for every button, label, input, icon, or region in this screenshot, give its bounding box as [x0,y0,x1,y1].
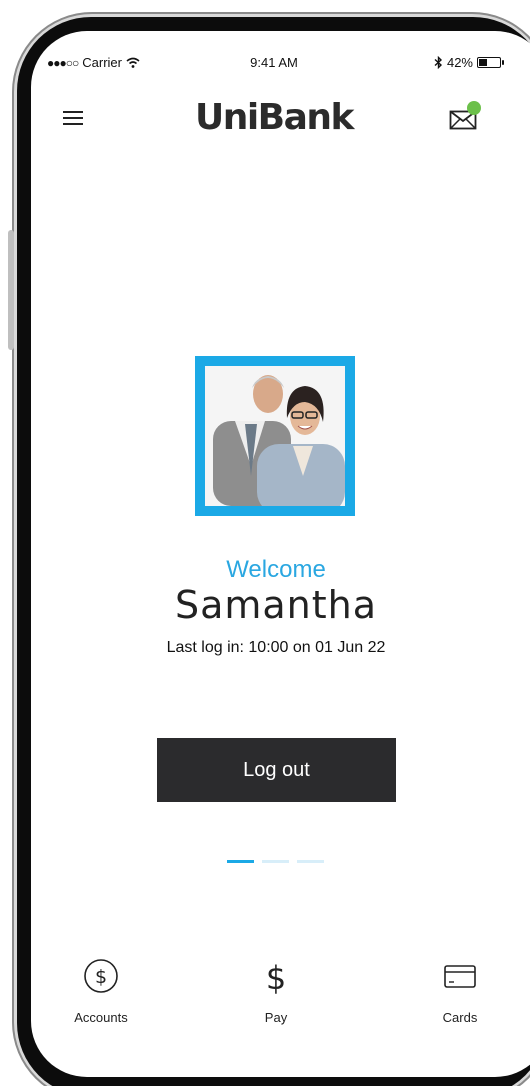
nav-label: Pay [264,1010,288,1025]
nav-pay[interactable]: $ Pay [231,956,321,1025]
last-login-text: Last log in: 10:00 on 01 Jun 22 [166,639,386,656]
notification-badge [467,101,481,115]
profile-photo-image [205,366,345,506]
device-mockup: ●●●○○ Carrier 9:41 AM 42% UniBank Welcom… [0,0,530,1086]
svg-text:$: $ [95,966,107,988]
dollar-circle-icon: $ [84,959,118,993]
nav-label: Cards [442,1010,478,1025]
bluetooth-icon [434,56,442,69]
user-name: Samantha [174,583,378,627]
nav-label: Accounts [74,1010,128,1025]
credit-card-icon [444,965,476,988]
side-button [8,230,14,350]
unibank-logo: UniBank [194,97,355,138]
status-bar: ●●●○○ Carrier 9:41 AM 42% [31,55,511,75]
profile-photo [195,356,355,516]
page-dot[interactable] [227,860,254,863]
battery-percent: 42% [446,55,473,70]
page-indicator [227,860,324,863]
nav-cards[interactable]: Cards [415,956,505,1025]
battery-level [479,59,487,66]
page-dot[interactable] [262,860,289,863]
dollar-sign-icon: $ [266,959,286,996]
logout-button[interactable]: Log out [157,738,396,802]
svg-text:$: $ [266,959,286,996]
app-screen: ●●●○○ Carrier 9:41 AM 42% UniBank Welcom… [31,31,530,1077]
nav-accounts[interactable]: $ Accounts [56,956,146,1025]
page-dot[interactable] [297,860,324,863]
welcome-label: Welcome [226,556,326,583]
battery-icon [477,57,504,68]
status-right: 42% [434,55,504,70]
